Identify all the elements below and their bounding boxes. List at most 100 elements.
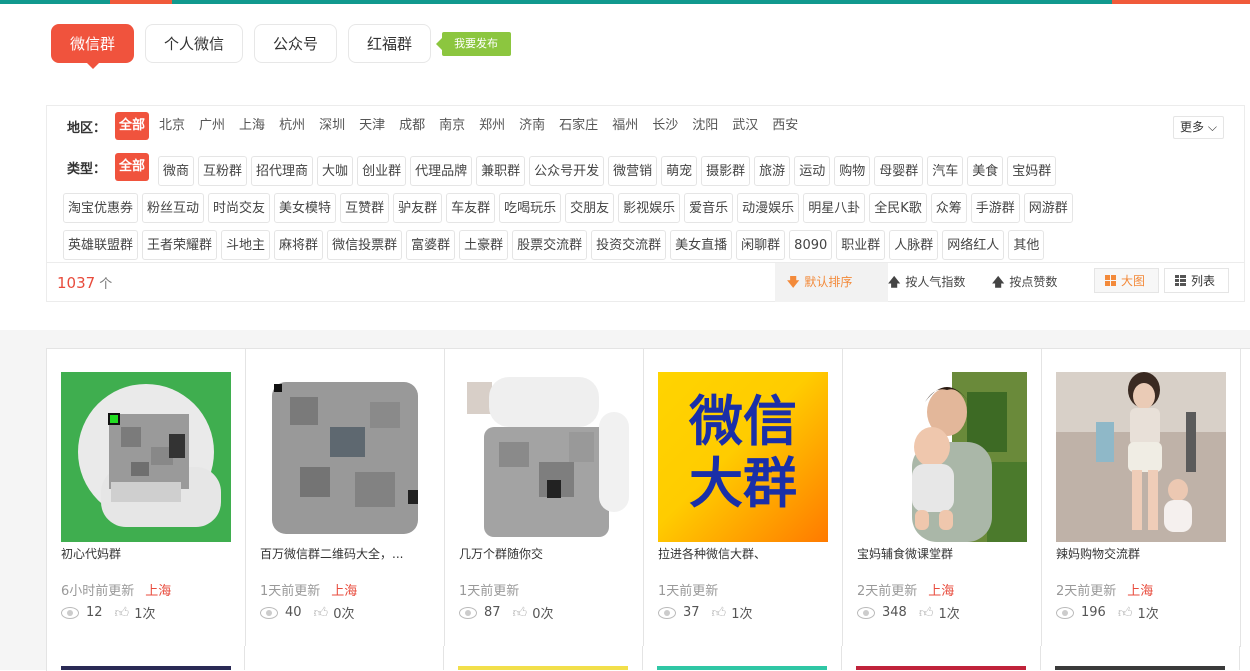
type-item[interactable]: 时尚交友 [208, 192, 271, 223]
card-views: 12 [86, 605, 103, 620]
region-item[interactable]: 深圳 [312, 113, 352, 139]
group-card-grid: 初心代妈群 6小时前更新 上海 12 👍︎ 1次 百万微信群二维码大全，... 1天前… [46, 348, 1250, 671]
group-card[interactable]: 初心代妈群 6小时前更新 上海 12 👍︎ 1次 [47, 349, 246, 647]
type-item[interactable]: 宝妈群 [1007, 155, 1057, 186]
group-card[interactable]: 微信 大群 拉进各种微信大群、 1天前更新 37 👍︎ 1次 [644, 349, 843, 647]
region-item[interactable]: 郑州 [472, 113, 512, 139]
type-item[interactable]: 代理品牌 [410, 155, 473, 186]
type-item[interactable]: 微商 [158, 155, 195, 186]
grid-view-button[interactable]: 大图 [1094, 268, 1159, 293]
type-item[interactable]: 职业群 [836, 229, 886, 260]
type-item[interactable]: 摄影群 [701, 155, 751, 186]
region-item[interactable]: 福州 [605, 113, 645, 139]
region-item[interactable]: 成都 [392, 113, 432, 139]
type-item[interactable]: 英雄联盟群 [63, 229, 139, 260]
type-item[interactable]: 8090 [789, 229, 833, 260]
group-card-partial[interactable] [643, 646, 842, 670]
type-item[interactable]: 旅游 [754, 155, 791, 186]
card-views: 87 [484, 605, 501, 620]
list-view-button[interactable]: 列表 [1164, 268, 1229, 293]
group-card[interactable]: 几万个群随你交 1天前更新 87 👍︎ 0次 [445, 349, 644, 647]
type-item[interactable]: 影视娱乐 [618, 192, 681, 223]
group-card-partial[interactable] [46, 646, 245, 670]
tab-wechat-group[interactable]: 微信群 [51, 24, 135, 69]
type-item[interactable]: 美女模特 [274, 192, 337, 223]
type-item[interactable]: 网络红人 [942, 229, 1005, 260]
type-item[interactable]: 爱音乐 [684, 192, 734, 223]
type-item[interactable]: 大咖 [317, 155, 354, 186]
type-item[interactable]: 车友群 [446, 192, 496, 223]
type-item[interactable]: 斗地主 [221, 229, 271, 260]
type-item[interactable]: 富婆群 [406, 229, 456, 260]
region-item[interactable]: 长沙 [645, 113, 685, 139]
type-item[interactable]: 互粉群 [198, 155, 248, 186]
type-item[interactable]: 美食 [967, 155, 1004, 186]
region-item[interactable]: 南京 [432, 113, 472, 139]
type-item[interactable]: 粉丝互动 [142, 192, 205, 223]
type-item[interactable]: 网游群 [1023, 192, 1073, 223]
type-item[interactable]: 互赞群 [340, 192, 390, 223]
type-item[interactable]: 人脉群 [889, 229, 939, 260]
publish-button[interactable]: 我要发布 [436, 32, 512, 56]
type-item[interactable]: 全民K歌 [869, 192, 927, 223]
type-item[interactable]: 其他 [1008, 229, 1045, 260]
eye-icon [857, 606, 875, 619]
type-item[interactable]: 母婴群 [874, 155, 924, 186]
more-regions-button[interactable]: 更多 ⌵ [1173, 116, 1224, 139]
type-item[interactable]: 投资交流群 [591, 229, 667, 260]
qr-code-image [459, 372, 629, 542]
type-item[interactable]: 萌宠 [661, 155, 698, 186]
card-location: 上海 [145, 584, 172, 599]
group-card[interactable]: 宝妈辅食微课堂群 2天前更新 上海 348 👍︎ 1次 [843, 349, 1042, 647]
type-item[interactable]: 吃喝玩乐 [499, 192, 562, 223]
type-item[interactable]: 闲聊群 [736, 229, 786, 260]
type-item[interactable]: 创业群 [357, 155, 407, 186]
region-item[interactable]: 沈阳 [685, 113, 725, 139]
type-item[interactable]: 麻将群 [274, 229, 324, 260]
type-item[interactable]: 微信投票群 [327, 229, 403, 260]
type-item[interactable]: 汽车 [927, 155, 964, 186]
tab-red-envelope-group[interactable]: 红福群 [348, 24, 432, 63]
type-item[interactable]: 王者荣耀群 [142, 229, 218, 260]
type-item[interactable]: 明星八卦 [803, 192, 866, 223]
type-item[interactable]: 土豪群 [459, 229, 509, 260]
next-card-row [46, 646, 1250, 670]
region-all-button[interactable]: 全部 [115, 112, 150, 140]
tab-personal-wechat[interactable]: 个人微信 [145, 24, 244, 63]
type-item[interactable]: 美女直播 [670, 229, 733, 260]
sort-popular-button[interactable]: 🡅 按人气指数 [876, 263, 992, 302]
region-item[interactable]: 西安 [765, 113, 805, 139]
region-item[interactable]: 石家庄 [552, 113, 605, 139]
type-item[interactable]: 兼职群 [476, 155, 526, 186]
type-item[interactable]: 交朋友 [565, 192, 615, 223]
group-card-partial[interactable] [444, 646, 643, 670]
region-item[interactable]: 武汉 [725, 113, 765, 139]
card-updated: 6小时前更新 [61, 584, 135, 599]
type-item[interactable]: 运动 [794, 155, 831, 186]
tab-official-account[interactable]: 公众号 [254, 24, 338, 63]
type-item[interactable]: 公众号开发 [529, 155, 605, 186]
sort-likes-button[interactable]: 🡅 按点赞数 [980, 263, 1096, 302]
region-item[interactable]: 上海 [232, 113, 272, 139]
region-item[interactable]: 北京 [152, 113, 192, 139]
type-item[interactable]: 手游群 [970, 192, 1020, 223]
region-item[interactable]: 杭州 [272, 113, 312, 139]
region-item[interactable]: 济南 [512, 113, 552, 139]
type-item[interactable]: 微营销 [608, 155, 658, 186]
type-item[interactable]: 动漫娱乐 [737, 192, 800, 223]
region-item[interactable]: 广州 [192, 113, 232, 139]
type-item[interactable]: 众筹 [930, 192, 967, 223]
group-card[interactable]: 辣妈购物交流群 2天前更新 上海 196 👍︎ 1次 [1042, 349, 1241, 647]
type-item[interactable]: 购物 [834, 155, 871, 186]
group-card-partial[interactable] [842, 646, 1041, 670]
card-image-edge [1055, 666, 1225, 670]
type-item[interactable]: 招代理商 [251, 155, 314, 186]
region-item[interactable]: 天津 [352, 113, 392, 139]
type-item[interactable]: 驴友群 [393, 192, 443, 223]
group-card[interactable]: 百万微信群二维码大全，... 1天前更新 上海 40 👍︎ 0次 [246, 349, 445, 647]
type-item[interactable]: 股票交流群 [512, 229, 588, 260]
type-item[interactable]: 淘宝优惠券 [63, 192, 139, 223]
sort-default-button[interactable]: 🡇 默认排序 [775, 263, 888, 302]
group-card-partial[interactable] [245, 646, 444, 670]
group-card-partial[interactable] [1041, 646, 1240, 670]
